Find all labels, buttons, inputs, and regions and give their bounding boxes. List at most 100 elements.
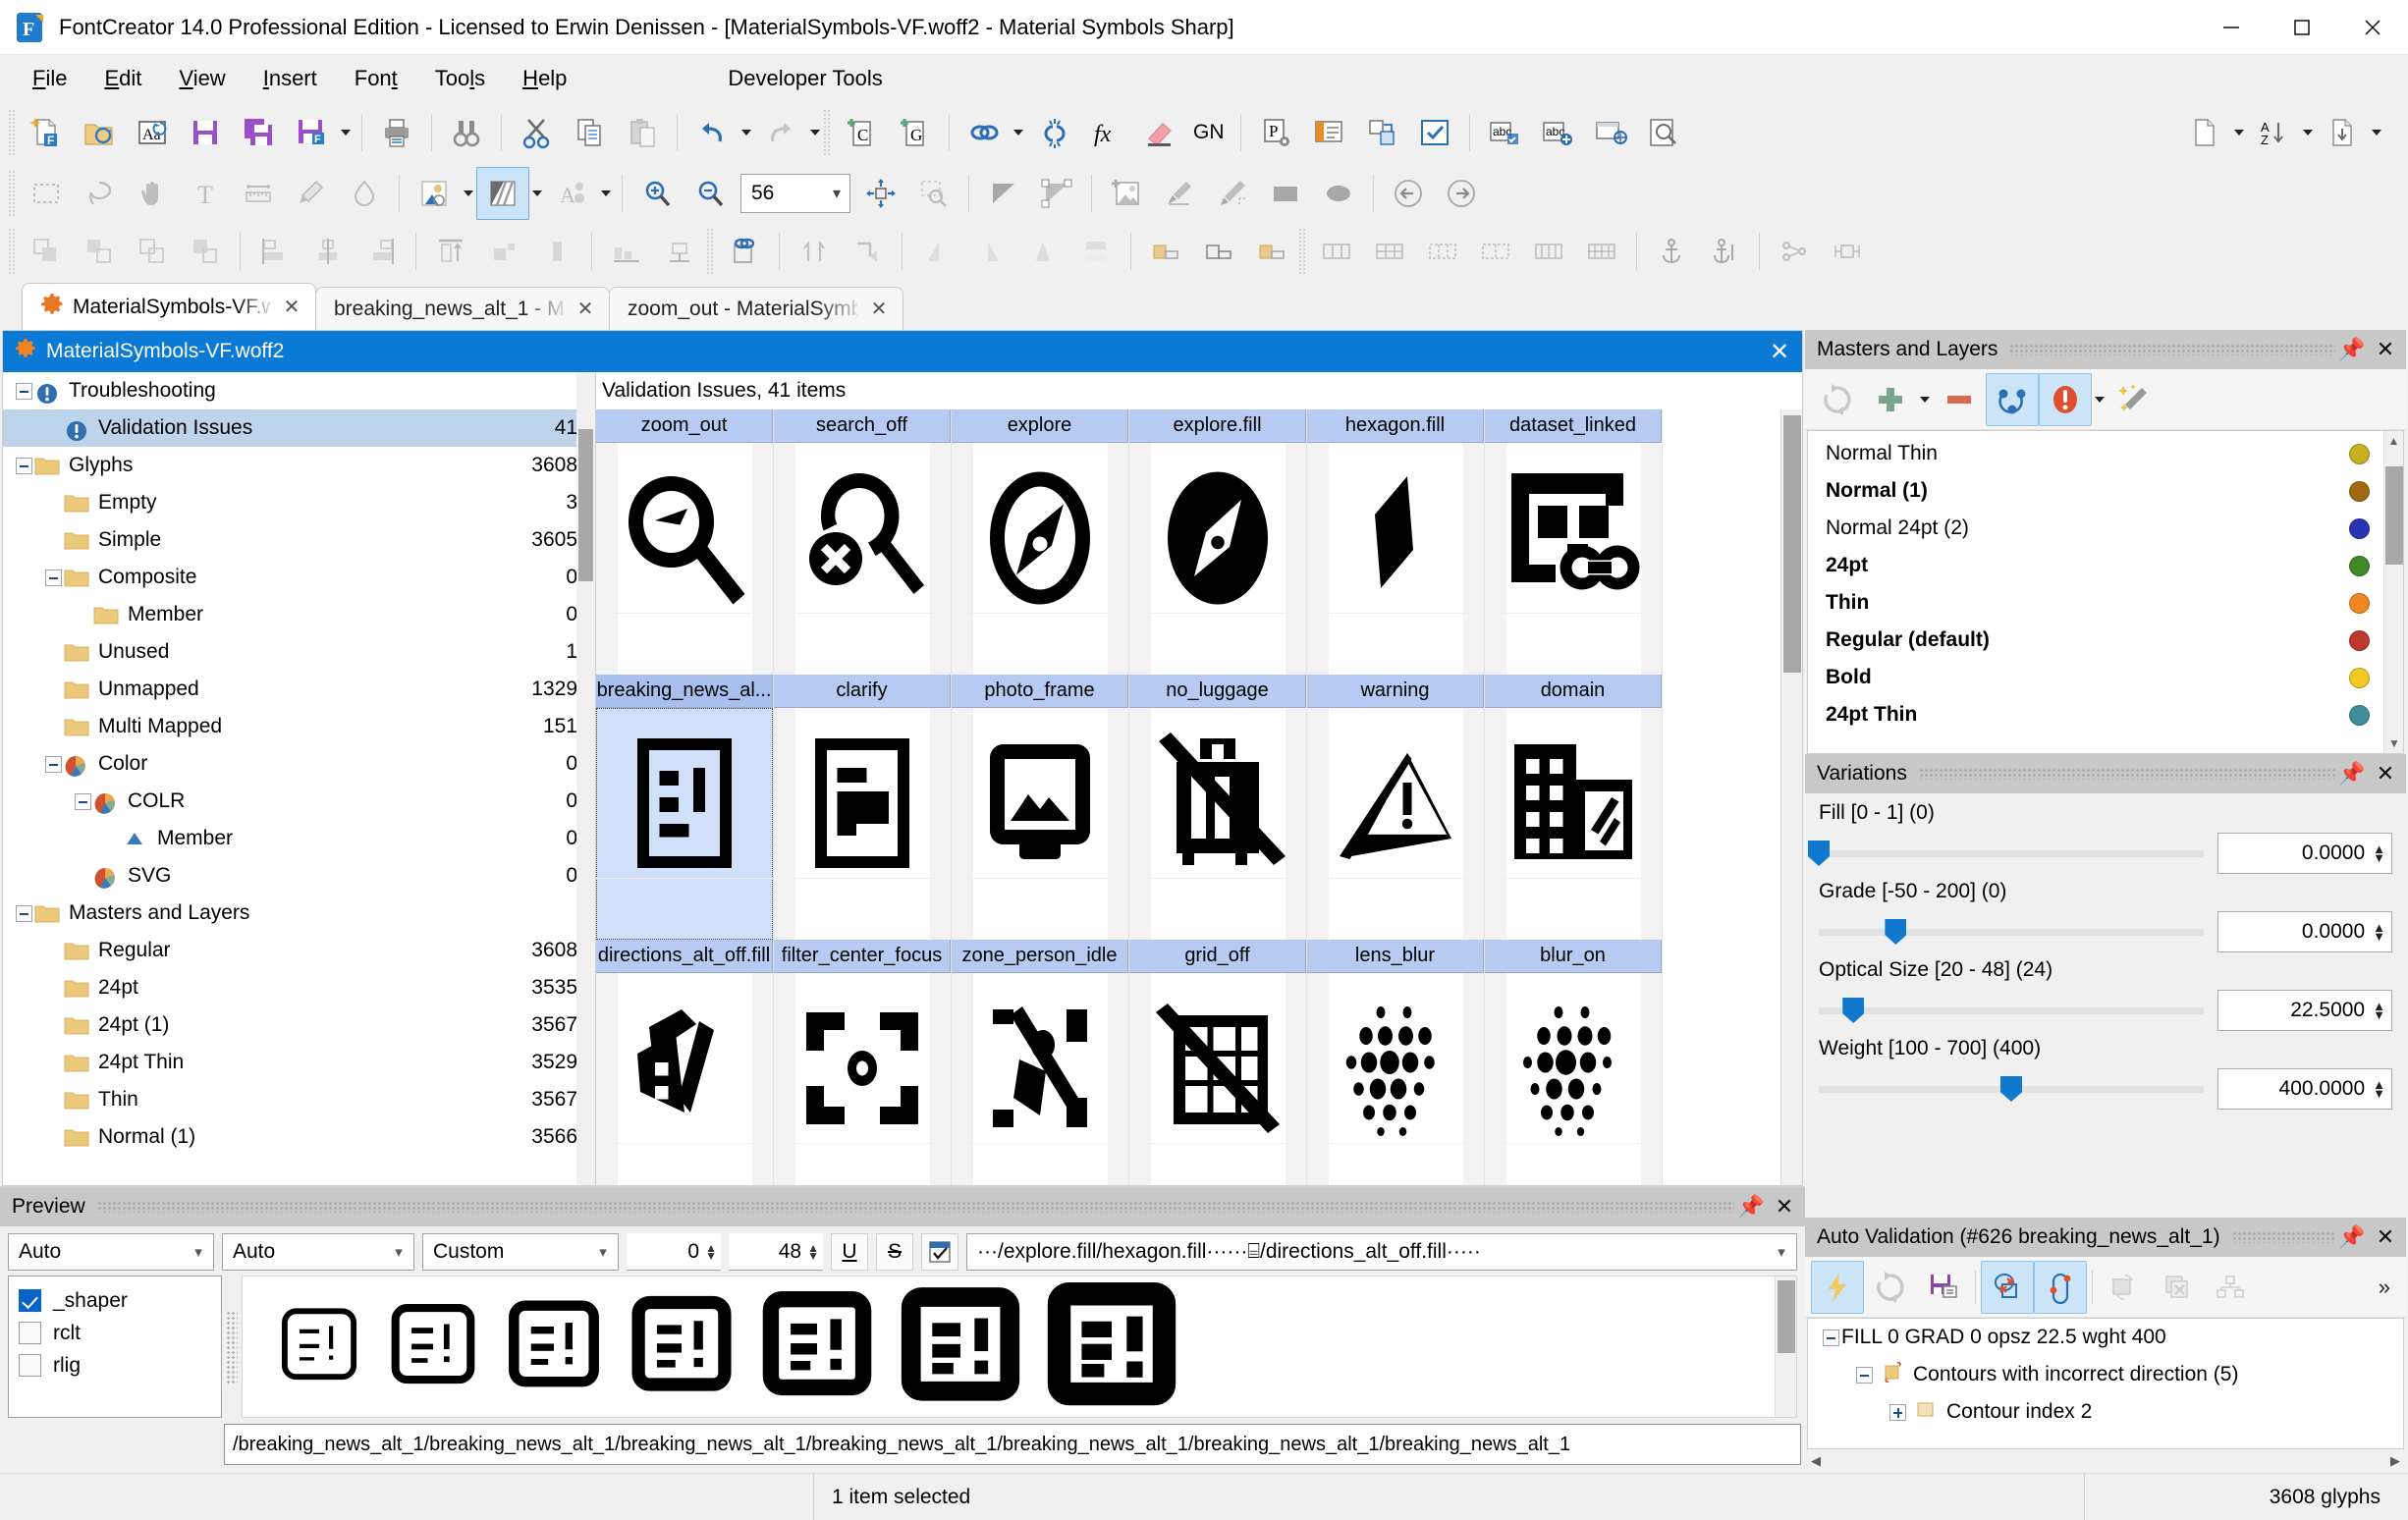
- flip-h-icon[interactable]: [963, 225, 1016, 278]
- redo-dropdown-caret[interactable]: [807, 106, 823, 159]
- maximize-button[interactable]: [2267, 0, 2337, 55]
- measure-icon[interactable]: [232, 167, 285, 220]
- point-shape-icon[interactable]: [1030, 167, 1083, 220]
- glyph-cell[interactable]: zone_person_idle: [952, 940, 1129, 1185]
- tree-item-member[interactable]: Member 0: [3, 596, 595, 633]
- master-list-item[interactable]: Normal Thin: [1808, 435, 2383, 472]
- add-master-dropdown-caret[interactable]: [1917, 376, 1933, 423]
- flip-v-icon[interactable]: [910, 225, 963, 278]
- tree-item-member[interactable]: Member 0: [3, 820, 595, 857]
- undo-dropdown-caret[interactable]: [739, 106, 754, 159]
- auto-validation-pin-icon[interactable]: 📌: [2335, 1224, 2369, 1250]
- glyph-cell-label[interactable]: domain: [1485, 675, 1662, 708]
- insert-image-icon[interactable]: [1100, 167, 1153, 220]
- undo-icon[interactable]: [685, 106, 739, 159]
- compare-icon[interactable]: [1302, 106, 1355, 159]
- master-list-item[interactable]: 24pt Thin: [1808, 696, 2383, 733]
- tree-item-glyphs[interactable]: Glyphs 3608: [3, 447, 595, 484]
- doc-tab-close-icon[interactable]: ✕: [282, 295, 301, 319]
- strikethrough-button[interactable]: S: [876, 1233, 913, 1271]
- new-font-icon[interactable]: F: [20, 106, 73, 159]
- tree-item-normal-1[interactable]: Normal (1) 3566: [3, 1118, 595, 1156]
- glyph-cell-body[interactable]: [952, 708, 1128, 940]
- glyph-cell-label[interactable]: explore.fill: [1129, 409, 1306, 443]
- slider-knob[interactable]: [1842, 998, 1865, 1023]
- zoom-in-icon[interactable]: [630, 167, 684, 220]
- toolbar3-grip[interactable]: [8, 228, 16, 275]
- glyph-cell-body[interactable]: [1129, 708, 1306, 940]
- slider-knob[interactable]: [2000, 1076, 2022, 1102]
- fit-icon[interactable]: [854, 167, 907, 220]
- cut-icon[interactable]: [510, 106, 563, 159]
- subtract-icon[interactable]: [73, 225, 126, 278]
- fill-icon[interactable]: [338, 167, 391, 220]
- masters-close-icon[interactable]: ✕: [2369, 337, 2402, 362]
- rotate-icon[interactable]: [788, 225, 841, 278]
- glyph-cell[interactable]: domain: [1485, 675, 1663, 940]
- contour-tool-icon[interactable]: [476, 167, 529, 220]
- glyph-cell-label[interactable]: directions_alt_off.fill: [596, 940, 773, 973]
- table-4-icon[interactable]: [1469, 225, 1522, 278]
- masters-drag-grip[interactable]: [2009, 344, 2335, 355]
- variation-value-stepper[interactable]: 22.5000 ▲ ▼: [2217, 990, 2392, 1031]
- master-color-swatch[interactable]: [2349, 592, 2370, 614]
- variation-slider[interactable]: [1808, 841, 2204, 866]
- variation-value-stepper[interactable]: 0.0000 ▲ ▼: [2217, 911, 2392, 952]
- tree-item-simple[interactable]: Simple 3605: [3, 521, 595, 559]
- glyph-cell[interactable]: blur_on: [1485, 940, 1663, 1185]
- zoom-out-icon[interactable]: [684, 167, 737, 220]
- tree-item-24pt-1[interactable]: 24pt (1) 3567: [3, 1006, 595, 1044]
- tree-item-color[interactable]: Color 0: [3, 745, 595, 783]
- toolbar3-grip-3[interactable]: [1298, 228, 1306, 275]
- developer-tools-label[interactable]: Developer Tools: [728, 66, 882, 91]
- glyph-cell-label[interactable]: dataset_linked: [1485, 409, 1662, 443]
- glyph-cell[interactable]: hexagon.fill: [1307, 409, 1485, 675]
- feature-item[interactable]: _shaper: [19, 1284, 221, 1317]
- align-bottom-icon[interactable]: [530, 225, 583, 278]
- delete-issue-icon[interactable]: [2151, 1261, 2204, 1314]
- close-button[interactable]: [2337, 0, 2408, 55]
- new-project-icon[interactable]: [2178, 106, 2231, 159]
- preview-scroll-thumb[interactable]: [1778, 1280, 1795, 1353]
- stepper-down-icon[interactable]: ▼: [2373, 851, 2385, 864]
- menu-view[interactable]: View: [160, 60, 244, 97]
- align-left-icon[interactable]: [248, 225, 301, 278]
- rectangle-icon[interactable]: [1259, 167, 1312, 220]
- master-list-item[interactable]: Thin: [1808, 584, 2383, 622]
- table-3-icon[interactable]: [1416, 225, 1469, 278]
- auto-validation-close-icon[interactable]: ✕: [2369, 1224, 2402, 1250]
- save-all-icon[interactable]: [232, 106, 285, 159]
- glyph-cell[interactable]: no_luggage: [1129, 675, 1307, 940]
- menu-help[interactable]: Help: [504, 60, 585, 97]
- master-color-swatch[interactable]: [2349, 443, 2370, 464]
- auto-validation-hscrollbar[interactable]: ◀ ▶: [1807, 1449, 2404, 1473]
- remove-master-icon[interactable]: [1933, 373, 1986, 426]
- glyph-cell-label[interactable]: explore: [952, 409, 1128, 443]
- variations-drag-grip[interactable]: [1918, 768, 2335, 780]
- refresh-icon[interactable]: [1811, 373, 1864, 426]
- toolbar-grip[interactable]: [8, 109, 16, 156]
- hand-icon[interactable]: [126, 167, 179, 220]
- stepper-down-icon[interactable]: ▼: [2373, 1008, 2385, 1021]
- feature-checkbox[interactable]: [19, 1354, 41, 1377]
- eraser-icon[interactable]: [1132, 106, 1185, 159]
- install-font-icon[interactable]: abc: [1531, 106, 1584, 159]
- glyph-cell-body[interactable]: [1129, 443, 1306, 675]
- variation-slider[interactable]: [1819, 998, 2204, 1023]
- master-color-swatch[interactable]: [2349, 667, 2370, 688]
- slider-knob[interactable]: [1808, 841, 1830, 866]
- link-glyph-icon[interactable]: [718, 225, 771, 278]
- add-master-icon[interactable]: [1864, 373, 1917, 426]
- tree-item-troubleshooting[interactable]: Troubleshooting: [3, 372, 595, 409]
- menu-tools[interactable]: Tools: [416, 60, 504, 97]
- composite-tool-dropdown-caret[interactable]: [598, 167, 614, 220]
- auto-validation-item[interactable]: FILL 0 GRAD 0 opsz 22.5 wght 400: [1808, 1319, 2403, 1356]
- tracking-stepper[interactable]: 0 ▲ ▼: [627, 1233, 721, 1271]
- tree-item-colr[interactable]: COLR 0: [3, 783, 595, 820]
- glyph-cell-body[interactable]: [1485, 443, 1662, 675]
- glyph-cell[interactable]: zoom_out: [596, 409, 774, 675]
- glyph-cell-body[interactable]: [1485, 708, 1662, 940]
- glyph-cell[interactable]: search_off: [774, 409, 952, 675]
- glyph-cell-body[interactable]: [1307, 708, 1484, 940]
- composite-tool-icon[interactable]: A: [545, 167, 598, 220]
